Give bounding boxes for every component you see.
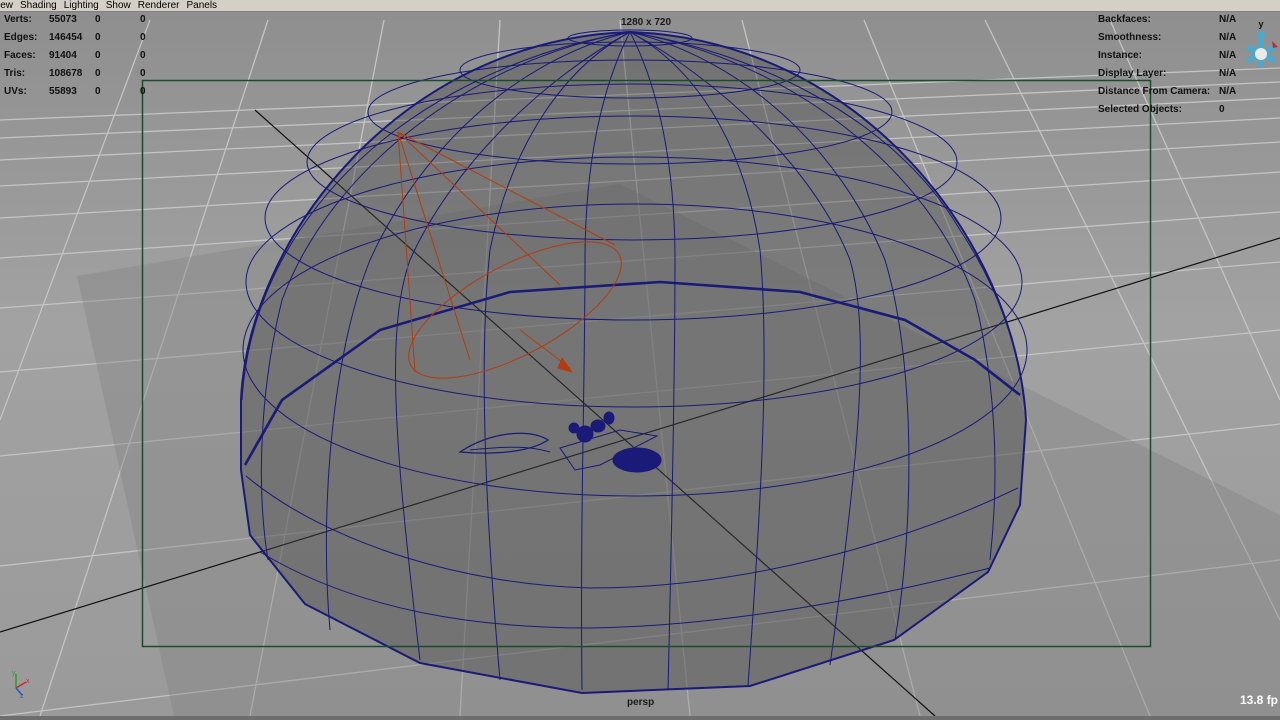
persp-viewport[interactable]: iew Shading Lighting Show Renderer Panels Ver…: [0, 0, 1280, 720]
resolution-label: 1280 x 720: [621, 17, 672, 28]
stat-value: 0: [95, 14, 101, 25]
poly-count-hud: Verts: 55073 0 0 Edges: 146454 0 0 Faces…: [4, 11, 154, 101]
info-value: N/A: [1219, 86, 1237, 97]
menu-renderer[interactable]: Renderer: [138, 0, 180, 11]
info-value: N/A: [1219, 32, 1237, 43]
menu-shading[interactable]: Shading: [20, 0, 57, 11]
info-label: Distance From Camera:: [1098, 86, 1211, 97]
info-label: Smoothness:: [1098, 32, 1162, 43]
fps-readout: 13.8 fp: [1240, 693, 1279, 707]
object-details-hud: Backfaces: N/A Smoothness: N/A Instance:…: [1098, 11, 1238, 119]
info-label: Selected Objects:: [1098, 104, 1182, 115]
viewport-scene[interactable]: [0, 0, 1280, 720]
info-row-display-layer: Display Layer: N/A: [1098, 65, 1238, 83]
info-label: Backfaces:: [1098, 14, 1151, 25]
stat-row-faces: Faces: 91404 0 0: [4, 47, 154, 65]
info-label: Instance:: [1098, 50, 1142, 61]
menu-panels[interactable]: Panels: [186, 0, 217, 11]
stat-label: Tris:: [4, 68, 26, 79]
axis-indicator-icon: y x z: [12, 670, 30, 698]
axis-y-label: y: [12, 670, 16, 677]
stat-value: 146454: [49, 32, 83, 43]
stat-label: Verts:: [4, 14, 32, 25]
info-row-smoothness: Smoothness: N/A: [1098, 29, 1238, 47]
info-value: 0: [1219, 104, 1225, 115]
menu-lighting[interactable]: Lighting: [64, 0, 99, 11]
stat-label: Edges:: [4, 32, 38, 43]
info-value: N/A: [1219, 68, 1237, 79]
stat-value: 108678: [49, 68, 83, 79]
info-row-backfaces: Backfaces: N/A: [1098, 11, 1238, 29]
info-value: N/A: [1219, 14, 1237, 25]
stat-label: UVs:: [4, 86, 27, 97]
axis-z-label: z: [20, 693, 24, 698]
menu-show[interactable]: Show: [106, 0, 131, 11]
view-cube-icon[interactable]: y: [1243, 17, 1279, 79]
menu-view[interactable]: iew: [0, 0, 13, 11]
stat-value: 0: [140, 86, 146, 97]
info-label: Display Layer:: [1098, 68, 1167, 79]
info-row-selected-objects: Selected Objects: 0: [1098, 101, 1238, 119]
panel-menu-bar: iew Shading Lighting Show Renderer Panels: [0, 0, 1280, 12]
stat-row-uvs: UVs: 55893 0 0: [4, 83, 154, 101]
axis-x-label: x: [26, 678, 30, 685]
stat-value: 55893: [49, 86, 77, 97]
stat-value: 0: [95, 50, 101, 61]
camera-name-label: persp: [627, 697, 655, 708]
stat-value: 0: [95, 32, 101, 43]
info-value: N/A: [1219, 50, 1237, 61]
disc-prop: [612, 447, 662, 473]
panel-bottom-edge: [0, 716, 1280, 720]
stat-row-edges: Edges: 146454 0 0: [4, 29, 154, 47]
stat-value: 91404: [49, 50, 77, 61]
stat-value: 0: [140, 68, 146, 79]
stat-value: 0: [140, 50, 146, 61]
info-row-distance: Distance From Camera: N/A: [1098, 83, 1238, 101]
view-cube-axis-label: y: [1258, 19, 1263, 29]
stat-value: 0: [140, 14, 146, 25]
info-row-instance: Instance: N/A: [1098, 47, 1238, 65]
stat-row-verts: Verts: 55073 0 0: [4, 11, 154, 29]
stat-row-tris: Tris: 108678 0 0: [4, 65, 154, 83]
stat-value: 0: [140, 32, 146, 43]
stat-value: 0: [95, 86, 101, 97]
stat-label: Faces:: [4, 50, 36, 61]
stat-value: 55073: [49, 14, 77, 25]
stat-value: 0: [95, 68, 101, 79]
